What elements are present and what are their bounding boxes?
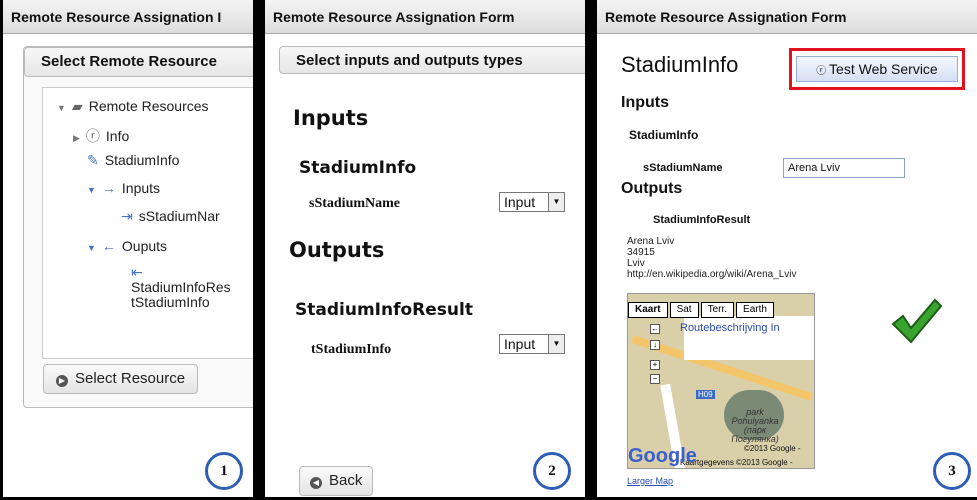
checkmark-icon — [891, 298, 943, 344]
outputs-heading: Outputs — [289, 238, 385, 262]
result-text: Arena Lviv 34915 Lviv http://en.wikipedi… — [627, 236, 797, 280]
step-badge: 1 — [205, 452, 243, 490]
panel-title: Remote Resource Assignation Form — [597, 0, 977, 34]
map-copyright: ©2013 Google - — [744, 444, 801, 453]
test-web-service-button[interactable]: ⓡ Test Web Service — [796, 56, 958, 82]
larger-map-link[interactable]: Larger Map — [627, 476, 673, 486]
map-tab-earth[interactable]: Earth — [736, 302, 774, 318]
section-header: Select Remote Resource — [24, 47, 253, 77]
folder-open-icon: ▰ — [71, 98, 83, 114]
panel-step-1: Remote Resource Assignation I Select Rem… — [0, 0, 256, 500]
output-group-title: StadiumInfoResult — [295, 300, 473, 320]
tree-node-label: StadiumInfoRes — [131, 279, 231, 295]
panel-title: Remote Resource Assignation Form — [265, 0, 585, 34]
tree-node-inputs[interactable]: ▼ → Inputs — [87, 180, 160, 196]
step-badge: 3 — [933, 452, 971, 490]
arrow-right-icon: → — [101, 180, 116, 196]
step-badge: 2 — [533, 452, 571, 490]
chevron-down-icon: ▼ — [87, 243, 96, 253]
panel-title: Remote Resource Assignation I — [3, 0, 253, 34]
resource-tree: ▼ ▰ Remote Resources ▶ ⓡ Info ✎ StadiumInfo ▼… — [42, 87, 253, 359]
tree-node-info[interactable]: ▶ ⓡ Info — [73, 126, 129, 146]
tree-node-label: Ouputs — [121, 238, 168, 254]
result-line: Lviv — [627, 258, 645, 269]
pan-left-icon[interactable]: ← — [650, 324, 660, 334]
stadium-name-input[interactable]: Arena Lviv — [783, 158, 905, 178]
result-line: Arena Lviv — [627, 236, 675, 247]
tree-node-label: StadiumInfo — [104, 152, 180, 168]
rss-icon: ⓡ — [816, 66, 830, 77]
inputs-heading: Inputs — [621, 94, 669, 111]
wrench-icon: ✎ — [87, 152, 99, 168]
tree-node-label: Remote Resources — [88, 98, 209, 114]
input-param-label: sStadiumName — [309, 196, 401, 211]
back-button[interactable]: ◀ Back — [299, 466, 374, 496]
dropdown-arrow-icon: ▼ — [548, 193, 564, 211]
map-tab-terr[interactable]: Terr. — [700, 302, 735, 318]
outputs-heading: Outputs — [621, 180, 683, 197]
tree-node-label: sStadiumNar — [138, 208, 220, 224]
google-logo: Google — [628, 445, 697, 467]
zoom-in-icon[interactable]: + — [650, 360, 660, 370]
map-view[interactable]: park Pohulyanka (парк Погулянка) H09 Kaa… — [627, 293, 815, 469]
select-resource-button[interactable]: ▶ Select Resource — [43, 364, 199, 394]
tree-node-stadiuminfo[interactable]: ✎ StadiumInfo — [87, 152, 179, 169]
button-label: Test Web Service — [829, 61, 938, 77]
map-directions-link[interactable]: Routebeschrijving In — [680, 322, 780, 334]
input-group-title: StadiumInfo — [299, 158, 417, 178]
map-tab-sat[interactable]: Sat — [669, 302, 699, 318]
button-label: Back — [329, 472, 363, 489]
result-line: 34915 — [627, 247, 655, 258]
tree-node-label: Inputs — [121, 180, 161, 196]
chevron-right-icon: ▶ — [73, 133, 80, 143]
input-group-title: StadiumInfo — [629, 128, 699, 142]
section-header: Select inputs and outputs types — [279, 46, 585, 74]
tree-node-input-param[interactable]: ⇥ sStadiumNar — [121, 208, 220, 225]
chevron-down-icon: ▼ — [87, 185, 96, 195]
input-param-label: sStadiumName — [643, 162, 723, 174]
button-label: Select Resource — [75, 370, 186, 387]
select-resource-box: Select Remote Resource ▼ ▰ Remote Resource… — [23, 46, 253, 408]
output-group-title: StadiumInfoResult — [653, 214, 751, 226]
chevron-down-icon: ▼ — [57, 103, 66, 113]
panel-step-2: Remote Resource Assignation Form Select … — [262, 0, 588, 500]
tree-node-label: tStadiumInfo — [131, 294, 210, 310]
arrow-left-icon: ← — [101, 238, 116, 254]
tree-node-outputs[interactable]: ▼ ← Ouputs — [87, 238, 167, 254]
map-tab-kaart[interactable]: Kaart — [628, 302, 668, 318]
arrow-left-circle-icon: ◀ — [310, 477, 322, 489]
tree-node-label: Info — [105, 128, 130, 144]
zoom-out-icon[interactable]: − — [650, 374, 660, 384]
result-line: http://en.wikipedia.org/wiki/Arena_Lviv — [627, 269, 797, 280]
pan-down-icon[interactable]: ↓ — [650, 340, 660, 350]
park-label: park Pohulyanka (парк Погулянка) — [731, 407, 779, 444]
inputs-heading: Inputs — [293, 106, 369, 130]
output-type-select[interactable]: Input ▼ — [499, 334, 565, 354]
input-type-select[interactable]: Input ▼ — [499, 192, 565, 212]
output-param-label: tStadiumInfo — [311, 342, 392, 357]
tree-node-output-param[interactable]: StadiumInfoRes tStadiumInfo — [131, 280, 231, 310]
road-label: H09 — [696, 390, 715, 399]
map-copyright: Kaartgegevens ©2013 Google - — [680, 458, 793, 467]
select-value: Input — [504, 336, 536, 352]
panel-step-3: Remote Resource Assignation Form Stadium… — [594, 0, 977, 500]
map-type-tabs: Kaart Sat Terr. Earth — [628, 302, 776, 318]
rss-icon: ⓡ — [85, 128, 100, 144]
select-value: Input — [504, 194, 536, 210]
tree-node-root[interactable]: ▼ ▰ Remote Resources — [57, 98, 209, 115]
resource-title: StadiumInfo — [621, 52, 739, 77]
dropdown-arrow-icon: ▼ — [548, 335, 564, 353]
input-arrow-icon: ⇥ — [121, 208, 133, 224]
arrow-circle-icon: ▶ — [56, 375, 68, 387]
test-button-highlight: ⓡ Test Web Service — [789, 48, 965, 90]
